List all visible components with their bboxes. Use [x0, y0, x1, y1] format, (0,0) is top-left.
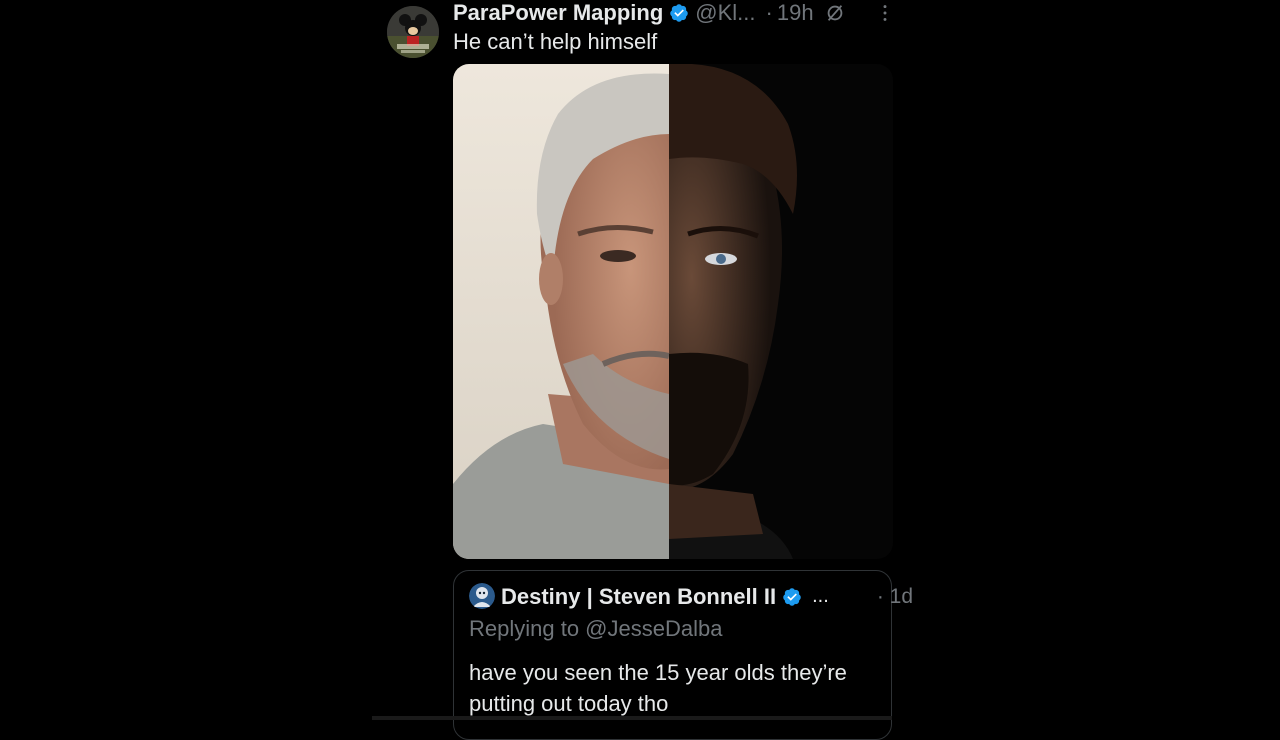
author-avatar[interactable]	[387, 6, 439, 58]
bottom-divider	[372, 716, 892, 720]
quoted-timestamp[interactable]: · 1d	[877, 585, 913, 609]
quoted-author-avatar[interactable]	[469, 583, 495, 609]
separator-dot: ·	[765, 0, 773, 25]
verified-badge-icon	[669, 3, 689, 23]
quoted-tweet-header: Destiny | Steven Bonnell II ... · 1d	[501, 583, 913, 610]
tweet: ParaPower Mapping @Kl... · 19h He can’t …	[0, 0, 1280, 740]
grok-icon[interactable]	[824, 2, 846, 24]
tweet-text: He can’t help himself	[453, 29, 658, 54]
more-options-icon[interactable]	[874, 2, 896, 24]
quoted-author-display-name[interactable]: Destiny | Steven Bonnell II	[501, 584, 776, 610]
author-handle[interactable]: @Kl...	[695, 0, 755, 26]
destiny-avatar-icon	[469, 583, 495, 609]
mickey-avatar-icon	[387, 6, 439, 58]
tweet-image[interactable]	[453, 64, 893, 559]
quoted-handle-truncated[interactable]: ...	[812, 585, 829, 608]
quoted-tweet[interactable]: Destiny | Steven Bonnell II ... · 1d Rep…	[453, 570, 913, 740]
split-face-photo	[453, 64, 893, 559]
verified-badge-icon	[782, 587, 802, 607]
author-display-name[interactable]: ParaPower Mapping	[453, 0, 663, 26]
tweet-header: ParaPower Mapping @Kl... · 19h	[453, 0, 903, 26]
post-timestamp[interactable]: 19h	[777, 0, 814, 26]
replying-to-label: Replying to @JesseDalba	[469, 616, 723, 641]
quoted-tweet-text: have you seen the 15 year olds they’re p…	[469, 660, 847, 716]
